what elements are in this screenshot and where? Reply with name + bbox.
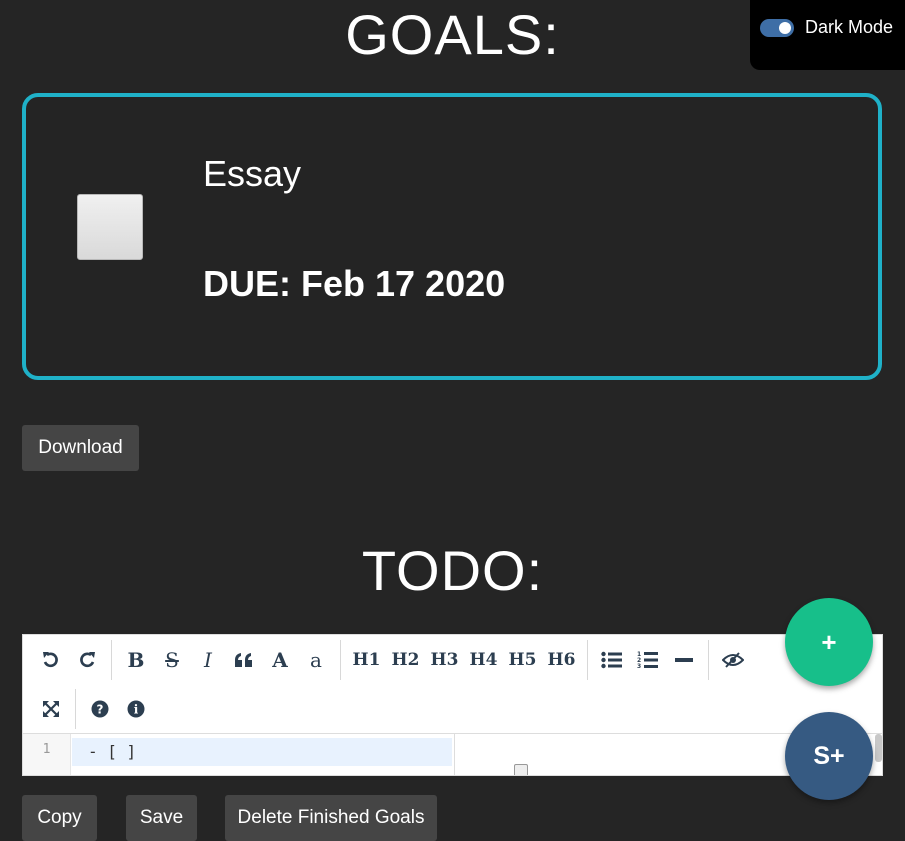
- bold-icon[interactable]: B: [118, 645, 154, 675]
- dark-mode-panel: Dark Mode: [750, 0, 905, 70]
- ordered-list-icon[interactable]: 123: [630, 645, 666, 675]
- download-button[interactable]: Download: [22, 425, 139, 471]
- save-button[interactable]: Save: [126, 795, 197, 841]
- scrollbar-thumb[interactable]: [875, 734, 882, 762]
- toolbar-separator: [708, 640, 709, 680]
- toolbar-separator: [75, 689, 76, 729]
- editor-toolbar-row1: B S I A a H1 H2 H3 H4 H5 H6 123: [33, 636, 751, 684]
- add-fab-button[interactable]: +: [785, 598, 873, 686]
- toggle-knob: [779, 22, 791, 34]
- italic-icon[interactable]: I: [190, 645, 226, 675]
- goal-due-date: DUE: Feb 17 2020: [203, 263, 506, 304]
- fullscreen-icon[interactable]: [33, 694, 69, 724]
- svg-text:3: 3: [637, 663, 641, 670]
- strikethrough-icon[interactable]: S: [154, 645, 190, 675]
- heading-5-button[interactable]: H5: [503, 645, 542, 675]
- help-icon[interactable]: ?: [82, 694, 118, 724]
- editor-toolbar-row2: ? i: [33, 685, 154, 733]
- heading-4-button[interactable]: H4: [464, 645, 503, 675]
- heading-1-button[interactable]: H1: [347, 645, 386, 675]
- svg-text:?: ?: [97, 703, 104, 717]
- copy-button[interactable]: Copy: [22, 795, 97, 841]
- line-number: 1: [23, 734, 71, 775]
- heading-bigger-icon[interactable]: A: [262, 645, 298, 675]
- quote-icon[interactable]: [226, 645, 262, 675]
- unordered-list-icon[interactable]: [594, 645, 630, 675]
- editor-body[interactable]: 1 - [ ]: [23, 733, 882, 775]
- redo-icon[interactable]: [69, 645, 105, 675]
- dark-mode-label: Dark Mode: [805, 17, 894, 37]
- dark-mode-toggle[interactable]: [760, 19, 794, 37]
- preview-divider: [454, 734, 455, 775]
- undo-icon[interactable]: [33, 645, 69, 675]
- heading-3-button[interactable]: H3: [425, 645, 464, 675]
- info-icon[interactable]: i: [118, 694, 154, 724]
- svg-text:i: i: [134, 703, 139, 717]
- horizontal-rule-icon[interactable]: [666, 645, 702, 675]
- todo-title: TODO:: [361, 539, 544, 602]
- heading-2-button[interactable]: H2: [386, 645, 425, 675]
- s-plus-fab-button[interactable]: S+: [785, 712, 873, 800]
- toolbar-separator: [340, 640, 341, 680]
- code-line[interactable]: - [ ]: [72, 738, 452, 766]
- toolbar-separator: [587, 640, 588, 680]
- delete-finished-goals-button[interactable]: Delete Finished Goals: [225, 795, 437, 841]
- goal-name: Essay: [203, 153, 302, 194]
- preview-icon[interactable]: [715, 645, 751, 675]
- heading-6-button[interactable]: H6: [542, 645, 581, 675]
- preview-checkbox[interactable]: [514, 764, 528, 775]
- heading-smaller-icon[interactable]: a: [298, 645, 334, 675]
- markdown-editor: B S I A a H1 H2 H3 H4 H5 H6 123 ? i 1 - …: [22, 634, 883, 776]
- toolbar-separator: [111, 640, 112, 680]
- goal-card: Essay DUE: Feb 17 2020: [22, 93, 882, 380]
- goal-checkbox[interactable]: [77, 194, 143, 260]
